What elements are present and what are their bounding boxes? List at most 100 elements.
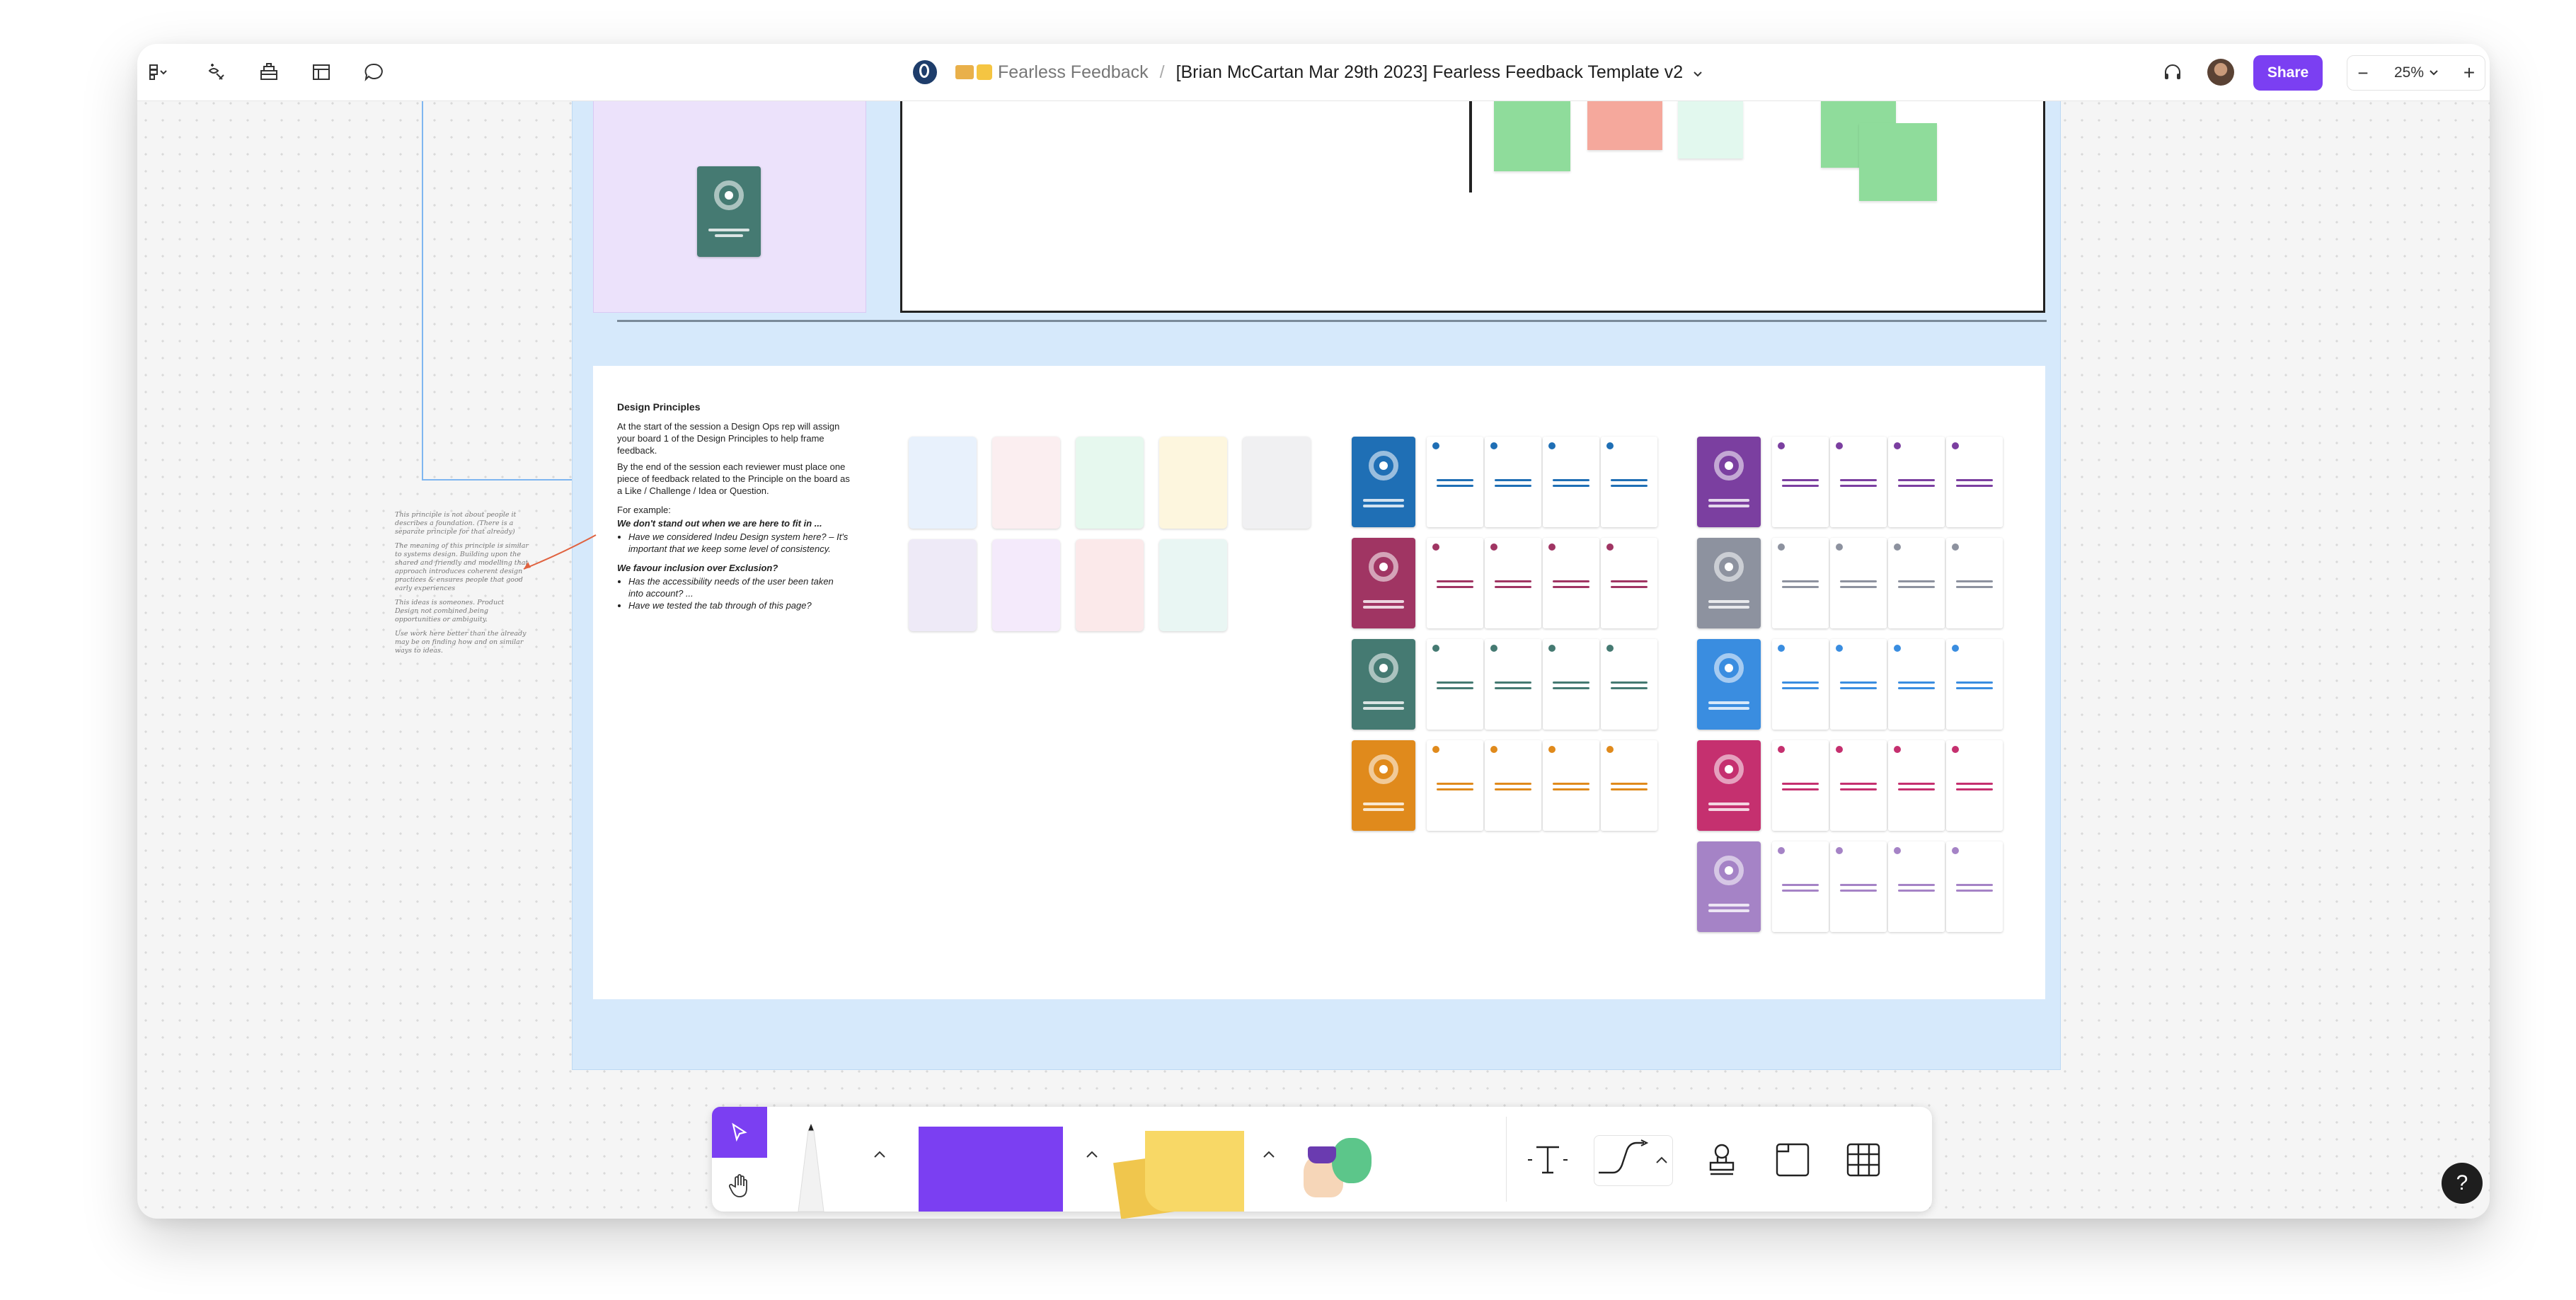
connector-tool-button[interactable] bbox=[1594, 1135, 1673, 1186]
handwritten-notes[interactable]: This principle is not about people it de… bbox=[395, 511, 529, 661]
principle-card[interactable] bbox=[1697, 841, 1761, 932]
main-menu-icon[interactable] bbox=[143, 58, 171, 86]
user-avatar[interactable] bbox=[2207, 58, 2235, 86]
principle-card[interactable] bbox=[697, 166, 761, 257]
principle-card[interactable] bbox=[1352, 437, 1415, 527]
stickers-button[interactable] bbox=[1299, 1132, 1384, 1209]
file-name[interactable]: [Brian McCartan Mar 29th 2023] Fearless … bbox=[1176, 62, 1684, 83]
example-item: Have we tested the tab through of this p… bbox=[628, 599, 851, 611]
annotation-arrow[interactable] bbox=[519, 532, 597, 575]
feedback-template-card[interactable] bbox=[1076, 539, 1144, 631]
sticky-note[interactable] bbox=[1859, 123, 1937, 201]
pen-icon bbox=[798, 1124, 824, 1212]
prompt-card[interactable] bbox=[1888, 740, 1945, 831]
prompt-card[interactable] bbox=[1601, 639, 1657, 730]
feedback-board[interactable] bbox=[900, 100, 2045, 313]
sticky-note-tool-button[interactable] bbox=[1110, 1128, 1244, 1219]
prompt-card[interactable] bbox=[1772, 437, 1829, 527]
prompt-card[interactable] bbox=[1543, 538, 1599, 628]
ai-actions-icon[interactable] bbox=[202, 58, 231, 86]
prompt-card[interactable] bbox=[1946, 538, 2003, 628]
prompt-card[interactable] bbox=[1888, 841, 1945, 932]
principle-card[interactable] bbox=[1697, 437, 1761, 527]
zoom-level[interactable]: 25% bbox=[2394, 64, 2424, 81]
prompt-card[interactable] bbox=[1543, 740, 1599, 831]
prompt-card[interactable] bbox=[1427, 538, 1483, 628]
sticky-note[interactable] bbox=[1678, 100, 1743, 159]
comment-icon[interactable] bbox=[360, 58, 388, 86]
prompt-card[interactable] bbox=[1888, 437, 1945, 527]
prompt-card[interactable] bbox=[1772, 639, 1829, 730]
prompt-card[interactable] bbox=[1772, 740, 1829, 831]
prompt-card[interactable] bbox=[1946, 740, 2003, 831]
select-tool-button[interactable] bbox=[712, 1107, 767, 1158]
prompt-card[interactable] bbox=[1888, 538, 1945, 628]
stamp-tool-button[interactable] bbox=[1697, 1135, 1747, 1185]
feedback-template-card[interactable] bbox=[992, 437, 1060, 529]
prompt-card[interactable] bbox=[1485, 538, 1541, 628]
prompt-card[interactable] bbox=[1830, 437, 1887, 527]
prompt-card[interactable] bbox=[1772, 841, 1829, 932]
breadcrumb-project[interactable]: Fearless Feedback bbox=[998, 62, 1149, 83]
prompt-card[interactable] bbox=[1830, 639, 1887, 730]
prompt-card[interactable] bbox=[1543, 639, 1599, 730]
resources-icon[interactable] bbox=[255, 58, 283, 86]
prompt-card[interactable] bbox=[1946, 639, 2003, 730]
feedback-template-card[interactable] bbox=[1159, 539, 1227, 631]
chevron-down-icon[interactable] bbox=[2430, 70, 2438, 76]
prompt-card[interactable] bbox=[1601, 437, 1657, 527]
chevron-up-icon[interactable] bbox=[873, 1149, 886, 1162]
prompt-card[interactable] bbox=[1772, 538, 1829, 628]
prompt-card[interactable] bbox=[1485, 740, 1541, 831]
feedback-template-card[interactable] bbox=[909, 539, 977, 631]
cursor-icon bbox=[732, 1122, 747, 1142]
chevron-up-icon[interactable] bbox=[1086, 1149, 1098, 1162]
feedback-template-card[interactable] bbox=[1159, 437, 1227, 529]
prompt-card[interactable] bbox=[1830, 740, 1887, 831]
feedback-template-card[interactable] bbox=[992, 539, 1060, 631]
sticker-icon bbox=[1332, 1138, 1372, 1183]
sticky-note[interactable] bbox=[1587, 100, 1662, 150]
feedback-template-card[interactable] bbox=[1076, 437, 1144, 529]
layout-icon[interactable] bbox=[307, 58, 335, 86]
chevron-down-icon[interactable] bbox=[1693, 62, 1703, 83]
prompt-card[interactable] bbox=[1946, 841, 2003, 932]
shape-tool-button[interactable] bbox=[919, 1127, 1063, 1212]
prompt-card[interactable] bbox=[1946, 437, 2003, 527]
share-button[interactable]: Share bbox=[2253, 55, 2323, 91]
prompt-card[interactable] bbox=[1830, 841, 1887, 932]
prompt-card[interactable] bbox=[1427, 740, 1483, 831]
zoom-in-button[interactable]: + bbox=[2454, 62, 2485, 84]
hand-tool-button[interactable] bbox=[712, 1161, 767, 1212]
feedback-template-card[interactable] bbox=[909, 437, 977, 529]
feedback-template-card[interactable] bbox=[1243, 437, 1311, 529]
table-tool-button[interactable] bbox=[1839, 1135, 1888, 1185]
connector-line[interactable] bbox=[422, 100, 594, 481]
principle-card[interactable] bbox=[1697, 740, 1761, 831]
prompt-card[interactable] bbox=[1485, 437, 1541, 527]
principle-card[interactable] bbox=[1697, 639, 1761, 730]
prompt-card[interactable] bbox=[1427, 437, 1483, 527]
principle-card[interactable] bbox=[1352, 740, 1415, 831]
prompt-card[interactable] bbox=[1485, 639, 1541, 730]
chevron-up-icon[interactable] bbox=[1263, 1149, 1275, 1162]
headphones-icon[interactable] bbox=[2158, 58, 2187, 86]
prompt-card[interactable] bbox=[1427, 639, 1483, 730]
design-principles-text[interactable]: Design Principles At the start of the se… bbox=[617, 401, 851, 616]
prompt-card[interactable] bbox=[1830, 538, 1887, 628]
section-tool-button[interactable] bbox=[1768, 1135, 1817, 1185]
pen-tool-button[interactable] bbox=[790, 1121, 832, 1212]
zoom-out-button[interactable]: − bbox=[2347, 62, 2379, 84]
principle-card[interactable] bbox=[1697, 538, 1761, 628]
prompt-card[interactable] bbox=[1888, 639, 1945, 730]
prompt-card[interactable] bbox=[1601, 538, 1657, 628]
help-button[interactable]: ? bbox=[2442, 1163, 2483, 1204]
text-tool-button[interactable] bbox=[1523, 1135, 1572, 1185]
prompt-card[interactable] bbox=[1601, 740, 1657, 831]
principle-frame[interactable] bbox=[593, 100, 866, 313]
prompt-card[interactable] bbox=[1543, 437, 1599, 527]
principle-card[interactable] bbox=[1352, 639, 1415, 730]
team-avatar-icon[interactable] bbox=[913, 60, 937, 84]
principle-card[interactable] bbox=[1352, 538, 1415, 628]
sticky-note[interactable] bbox=[1494, 100, 1570, 171]
